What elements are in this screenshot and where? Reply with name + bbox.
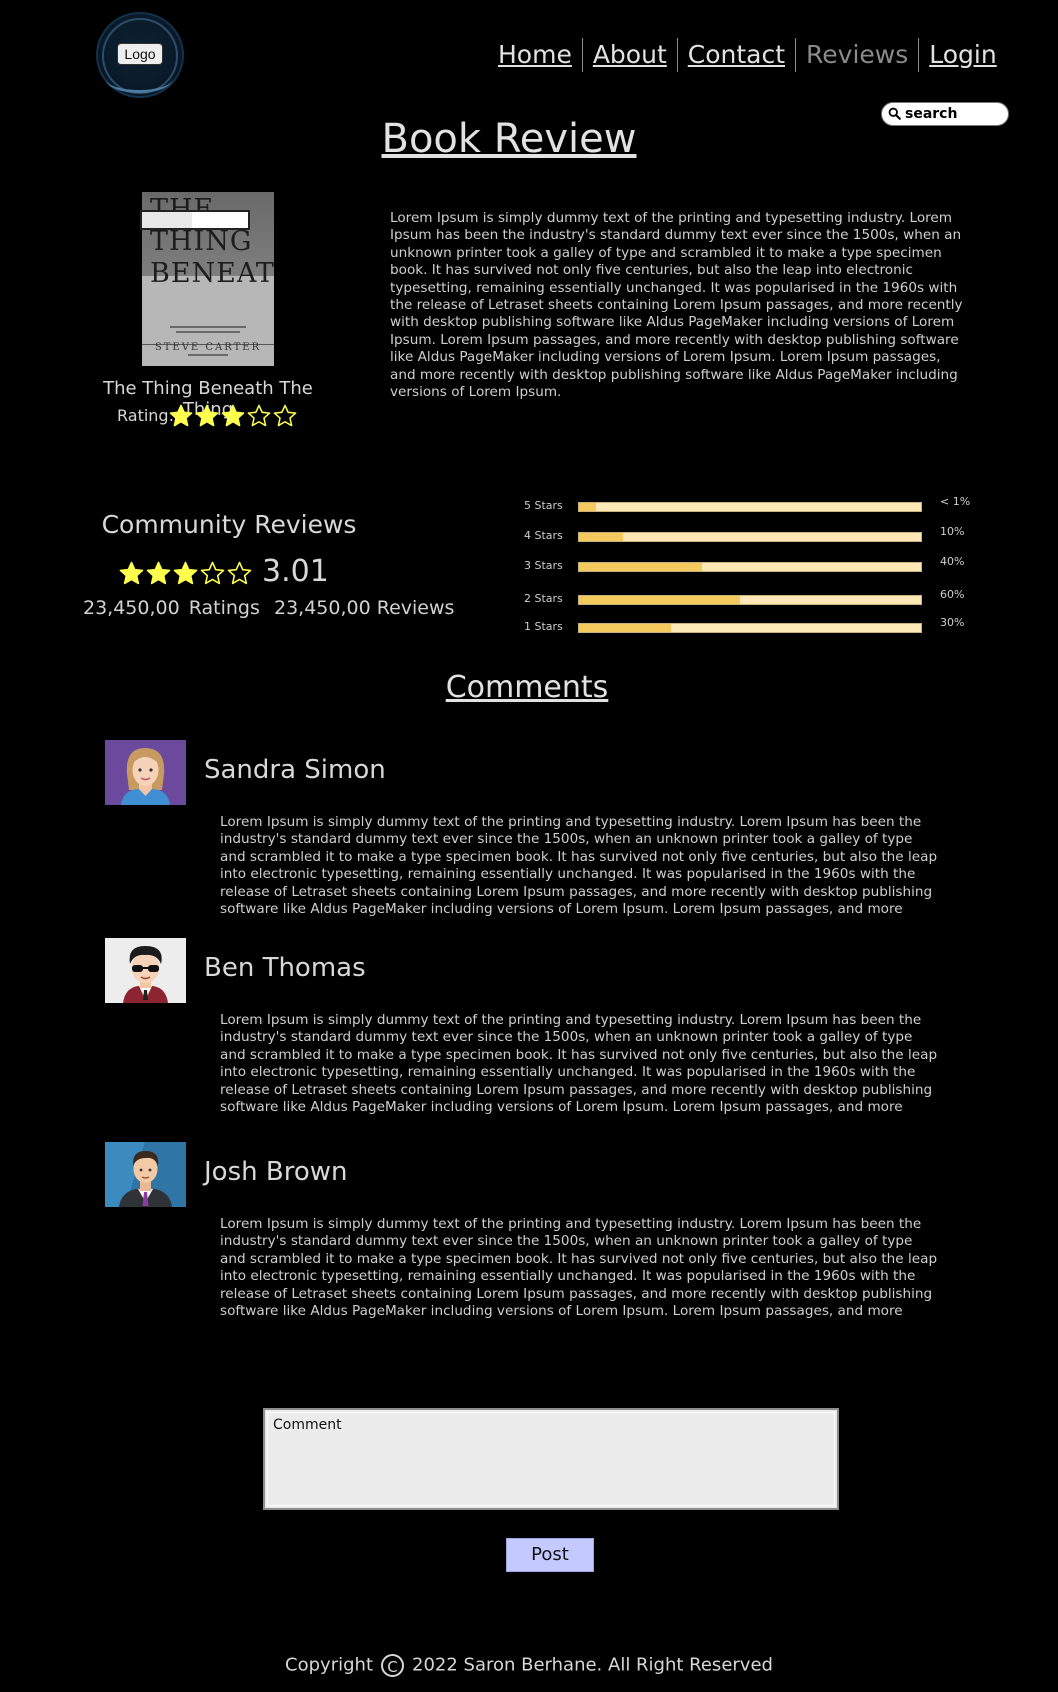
rating-bar-5: 5 Stars < 1% [524, 495, 984, 515]
rating-bar-label: 3 Stars [524, 559, 563, 572]
rating-bar-label: 1 Stars [524, 620, 563, 633]
nav-reviews[interactable]: Reviews [796, 38, 918, 72]
rating-bar-percent: 60% [940, 588, 965, 601]
rating-bar-fill [579, 624, 672, 632]
comment-form [263, 1408, 839, 1510]
star-empty-icon [199, 560, 226, 587]
commenter-name: Sandra Simon [204, 755, 386, 785]
avatar [105, 938, 186, 1003]
comment-input[interactable] [265, 1410, 837, 1508]
rating-label: Rating: [117, 406, 174, 425]
rating-bar-2: 2 Stars 60% [524, 588, 984, 608]
avatar-man-sunglasses-icon [105, 938, 186, 1003]
average-rating: 3.01 [262, 554, 329, 589]
rating-bar-percent: 40% [940, 555, 965, 568]
star-empty-icon [272, 403, 298, 429]
reviews-count: 23,450,00 Reviews [274, 597, 455, 619]
rating-bar-label: 2 Stars [524, 592, 563, 605]
rating-bar-track [578, 623, 922, 633]
book-rating-stars [168, 403, 298, 429]
rating-bar-track [578, 562, 922, 572]
nav-login[interactable]: Login [919, 38, 1006, 72]
rating-bar-4: 4 Stars 10% [524, 525, 984, 545]
star-filled-icon [194, 403, 220, 429]
logo-swoosh [106, 66, 172, 93]
avatar [105, 740, 186, 805]
rating-bar-label: 4 Stars [524, 529, 563, 542]
avatar-woman-icon [105, 740, 186, 805]
cover-author: STEVE CARTER [154, 342, 262, 353]
copyright-icon: C [381, 1654, 404, 1677]
cover-subtitle-line [176, 331, 240, 333]
nav-home[interactable]: Home [488, 38, 582, 72]
rating-bar-track [578, 502, 922, 512]
rating-bar-percent: 10% [940, 525, 965, 538]
avatar [105, 1142, 186, 1207]
comment-text: Lorem Ipsum is simply dummy text of the … [220, 1012, 938, 1116]
rating-bar-1: 1 Stars 30% [524, 616, 984, 636]
cover-overlay-fill [142, 212, 192, 228]
star-filled-icon [220, 403, 246, 429]
logo-text: Logo [117, 43, 163, 65]
footer-copyright-label: Copyright [285, 1654, 373, 1676]
community-rating-stars [118, 560, 253, 587]
star-empty-icon [226, 560, 253, 587]
book-description: Lorem Ipsum is simply dummy text of the … [390, 210, 963, 401]
star-filled-icon [172, 560, 199, 587]
footer: Copyright C 2022 Saron Berhane. All Right … [0, 1654, 1058, 1677]
rating-bar-percent: < 1% [940, 495, 971, 508]
nav-about[interactable]: About [583, 38, 677, 72]
page-title: Book Review [381, 116, 637, 162]
cover-title: THE THING BENEATH [150, 194, 274, 289]
rating-bar-label: 5 Stars [524, 499, 563, 512]
star-filled-icon [168, 403, 194, 429]
nav-contact[interactable]: Contact [678, 38, 795, 72]
comment-text: Lorem Ipsum is simply dummy text of the … [220, 814, 938, 918]
cover-overlay-bar [140, 210, 250, 230]
star-empty-icon [246, 403, 272, 429]
rating-bar-fill [579, 503, 597, 511]
rating-bar-track [578, 532, 922, 542]
site-logo[interactable]: Logo [96, 12, 184, 98]
comment-text: Lorem Ipsum is simply dummy text of the … [220, 1216, 938, 1320]
avatar-man-suit-icon [105, 1142, 186, 1207]
rating-bar-fill [579, 563, 703, 571]
comments-title: Comments [445, 670, 609, 705]
cover-foreword-line [188, 354, 228, 356]
main-nav: Home About Contact Reviews Login [488, 38, 1007, 72]
rating-bar-fill [579, 596, 740, 604]
star-filled-icon [118, 560, 145, 587]
rating-bar-3: 3 Stars 40% [524, 555, 984, 575]
footer-copyright-text: 2022 Saron Berhane. All Right Reserved [412, 1654, 773, 1676]
rating-bar-percent: 30% [940, 616, 965, 629]
ratings-count: 23,450,00 Ratings [83, 597, 260, 619]
commenter-name: Ben Thomas [204, 953, 366, 983]
post-button[interactable]: Post [506, 1538, 594, 1572]
rating-bar-fill [579, 533, 624, 541]
rating-bar-track [578, 595, 922, 605]
star-filled-icon [145, 560, 172, 587]
community-reviews-title: Community Reviews [101, 510, 357, 539]
commenter-name: Josh Brown [204, 1157, 348, 1187]
cover-subtitle-line [170, 326, 246, 328]
